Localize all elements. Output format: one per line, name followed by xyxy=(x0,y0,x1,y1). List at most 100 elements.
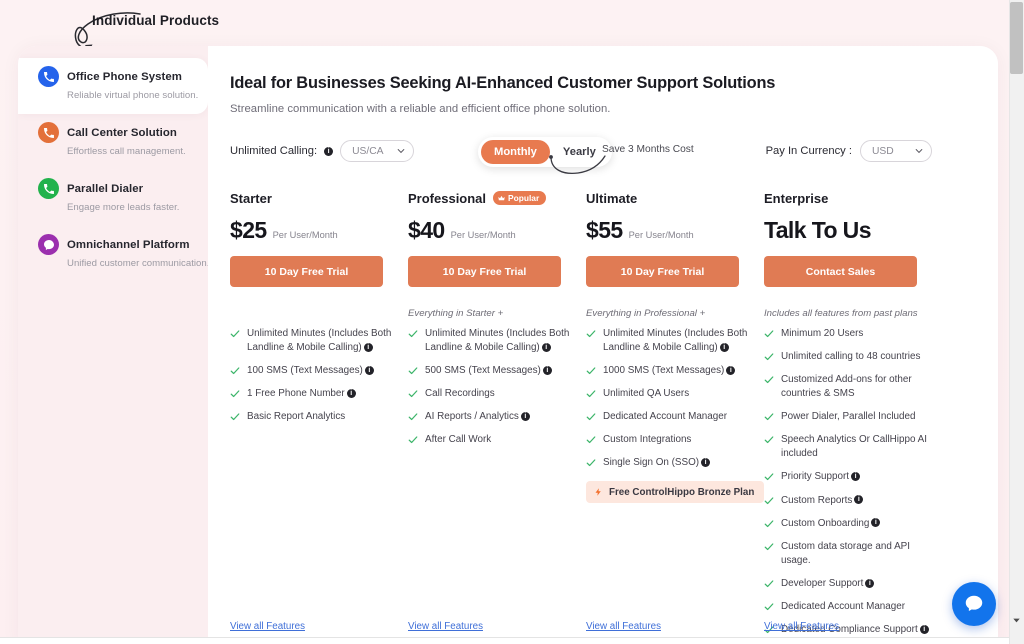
view-all-features-ultimate[interactable]: View all Features xyxy=(586,621,661,632)
page-subtitle: Streamline communication with a reliable… xyxy=(230,103,611,115)
sidebar-item-office-phone-system[interactable]: Office Phone System Reliable virtual pho… xyxy=(18,58,208,114)
unlimited-calling-control: Unlimited Calling: i US/CA xyxy=(230,140,415,162)
page-title: Ideal for Businesses Seeking AI-Enhanced… xyxy=(230,74,776,92)
plan-cta-button[interactable]: Contact Sales xyxy=(764,256,917,287)
sidebar-item-subtitle: Effortless call management. xyxy=(67,146,186,157)
plan-feature: Basic Report Analytics xyxy=(230,410,408,424)
chat-widget-button[interactable] xyxy=(952,582,996,626)
plan-feature: Power Dialer, Parallel Included xyxy=(764,410,942,424)
info-icon[interactable]: i xyxy=(854,495,864,505)
plan-name: Starter xyxy=(230,190,272,206)
unlimited-calling-label: Unlimited Calling: xyxy=(230,145,318,157)
sidebar: Office Phone System Reliable virtual pho… xyxy=(18,46,210,644)
plan-feature: Unlimited calling to 48 countries xyxy=(764,350,942,364)
check-icon xyxy=(408,367,418,375)
check-icon xyxy=(586,413,596,421)
plan-feature-text: 100 SMS (Text Messages) i xyxy=(247,364,374,378)
sidebar-item-omnichannel-platform[interactable]: Omnichannel Platform Unified customer co… xyxy=(18,226,210,282)
plan-feature-text: Single Sign On (SSO) i xyxy=(603,456,711,470)
plan-feature: Customized Add-ons for other countries &… xyxy=(764,373,942,401)
sidebar-item-title: Parallel Dialer xyxy=(67,182,144,195)
chevron-down-icon xyxy=(397,149,405,154)
plan-feature-text: Unlimited Minutes (Includes Both Landlin… xyxy=(247,328,392,354)
check-icon xyxy=(408,436,418,444)
plan-feature-text: AI Reports / Analytics i xyxy=(425,410,530,424)
info-icon[interactable]: i xyxy=(726,366,736,376)
bonus-badge-label: Free ControlHippo Bronze Plan xyxy=(609,486,755,498)
plan-feature-text: Unlimited Minutes (Includes Both Landlin… xyxy=(603,328,748,354)
plan-feature-text: Unlimited calling to 48 countries xyxy=(781,351,921,363)
info-icon[interactable]: i xyxy=(346,389,356,399)
crown-icon xyxy=(498,195,505,200)
check-icon xyxy=(764,330,774,338)
sidebar-item-call-center-solution[interactable]: Call Center Solution Effortless call man… xyxy=(18,114,208,170)
sidebar-item-parallel-dialer[interactable]: Parallel Dialer Engage more leads faster… xyxy=(18,170,208,226)
sidebar-item-subtitle: Reliable virtual phone solution. xyxy=(67,90,199,101)
check-icon xyxy=(586,390,596,398)
plan-cta-button[interactable]: 10 Day Free Trial xyxy=(230,256,383,287)
plan-feature-text: Unlimited QA Users xyxy=(603,388,690,400)
plan-feature-text: Dedicated Account Manager xyxy=(603,411,728,423)
info-icon[interactable]: i xyxy=(701,458,711,468)
sidebar-item-subtitle: Unified customer communication. xyxy=(67,258,210,269)
plan-feature: 1000 SMS (Text Messages) i xyxy=(586,364,764,378)
currency-select[interactable]: USD xyxy=(860,140,932,162)
info-icon[interactable]: i xyxy=(919,624,929,634)
info-icon[interactable]: i xyxy=(851,472,861,482)
plan-includes-note xyxy=(230,308,408,320)
plan-feature-text: Dedicated Account Manager xyxy=(781,600,906,612)
check-icon xyxy=(408,330,418,338)
plan-feature-text: Developer Support i xyxy=(781,577,875,591)
currency-select-value: USD xyxy=(872,145,894,157)
region-select-value: US/CA xyxy=(352,145,384,157)
plan-feature-text: Custom Reports i xyxy=(781,494,864,508)
plan-feature-text: 1 Free Phone Number i xyxy=(247,387,356,401)
plan-includes-note: Everything in Professional + xyxy=(586,308,706,319)
check-icon xyxy=(764,436,774,444)
pricing-plans: Starter $25 Per User/Month 10 Day Free T… xyxy=(230,189,998,644)
plan-feature: Custom Reports i xyxy=(764,494,942,508)
plan-feature: Unlimited Minutes (Includes Both Landlin… xyxy=(586,327,764,355)
plan-price-unit: Per User/Month xyxy=(450,230,516,240)
view-all-features-professional[interactable]: View all Features xyxy=(408,621,483,632)
phone-icon xyxy=(38,66,59,87)
info-icon[interactable]: i xyxy=(541,342,551,352)
save-note-label: Save 3 Months Cost xyxy=(602,144,694,155)
sidebar-item-title: Call Center Solution xyxy=(67,126,177,139)
plan-card-professional: Professional Popular $40 Per User/Month … xyxy=(408,189,586,644)
plan-cta-button[interactable]: 10 Day Free Trial xyxy=(408,256,561,287)
view-all-features-enterprise[interactable]: View all Features xyxy=(764,621,839,632)
toggle-monthly[interactable]: Monthly xyxy=(481,140,550,164)
info-icon[interactable]: i xyxy=(520,412,530,422)
check-icon xyxy=(764,580,774,587)
vertical-scrollbar-track[interactable] xyxy=(1009,0,1024,644)
popular-badge: Popular xyxy=(493,191,547,205)
plan-feature: After Call Work xyxy=(408,433,586,447)
info-icon[interactable]: i xyxy=(324,146,334,156)
plan-price: Talk To Us xyxy=(764,217,871,243)
chat-bubble-icon xyxy=(965,595,983,612)
info-icon[interactable]: i xyxy=(363,342,373,352)
info-icon[interactable]: i xyxy=(865,578,875,588)
scroll-down-arrow-icon[interactable] xyxy=(1011,615,1022,626)
check-icon xyxy=(764,519,774,527)
popular-badge-label: Popular xyxy=(508,193,540,203)
check-icon xyxy=(764,496,774,504)
check-icon xyxy=(230,390,240,398)
plan-includes-note: Everything in Starter + xyxy=(408,308,504,319)
bonus-badge: Free ControlHippo Bronze Plan xyxy=(586,481,765,504)
save-note-arrow-icon xyxy=(549,155,606,175)
check-icon xyxy=(764,603,774,610)
info-icon[interactable]: i xyxy=(364,366,374,376)
info-icon[interactable]: i xyxy=(542,366,552,376)
plan-cta-button[interactable]: 10 Day Free Trial xyxy=(586,256,739,287)
currency-label: Pay In Currency : xyxy=(765,145,852,157)
info-icon[interactable]: i xyxy=(871,518,881,528)
info-icon[interactable]: i xyxy=(719,342,729,352)
region-select[interactable]: US/CA xyxy=(340,140,415,162)
view-all-features-starter[interactable]: View all Features xyxy=(230,621,305,632)
check-icon xyxy=(764,376,774,384)
plan-price: $25 xyxy=(230,217,267,243)
vertical-scrollbar-thumb[interactable] xyxy=(1010,2,1023,74)
plan-card-starter: Starter $25 Per User/Month 10 Day Free T… xyxy=(230,189,408,644)
